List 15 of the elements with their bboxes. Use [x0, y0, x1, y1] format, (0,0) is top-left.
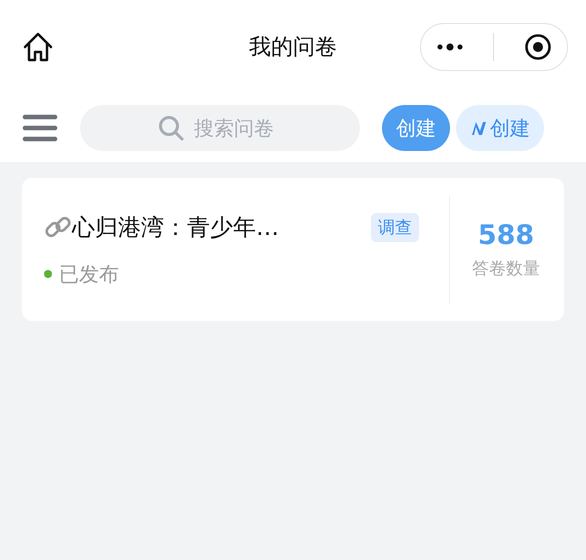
ai-create-button[interactable]: 创建 — [456, 105, 544, 151]
close-icon[interactable] — [524, 33, 552, 61]
search-field[interactable]: 搜索问卷 — [80, 105, 360, 151]
survey-card[interactable]: 心归港湾：青少年… 调查 已发布 588 答卷数量 — [22, 178, 564, 321]
menu-icon[interactable] — [22, 113, 58, 143]
more-icon[interactable] — [436, 42, 464, 52]
page-title: 我的问卷 — [249, 34, 337, 62]
home-icon[interactable] — [22, 31, 54, 63]
survey-tag: 调查 — [371, 212, 419, 242]
status-text: 已发布 — [59, 260, 119, 288]
create-button[interactable]: 创建 — [382, 105, 450, 151]
ai-logo-icon — [470, 119, 488, 137]
survey-title: 心归港湾：青少年… — [72, 214, 279, 242]
response-count-label: 答卷数量 — [472, 258, 540, 280]
response-count: 588 — [478, 220, 534, 250]
